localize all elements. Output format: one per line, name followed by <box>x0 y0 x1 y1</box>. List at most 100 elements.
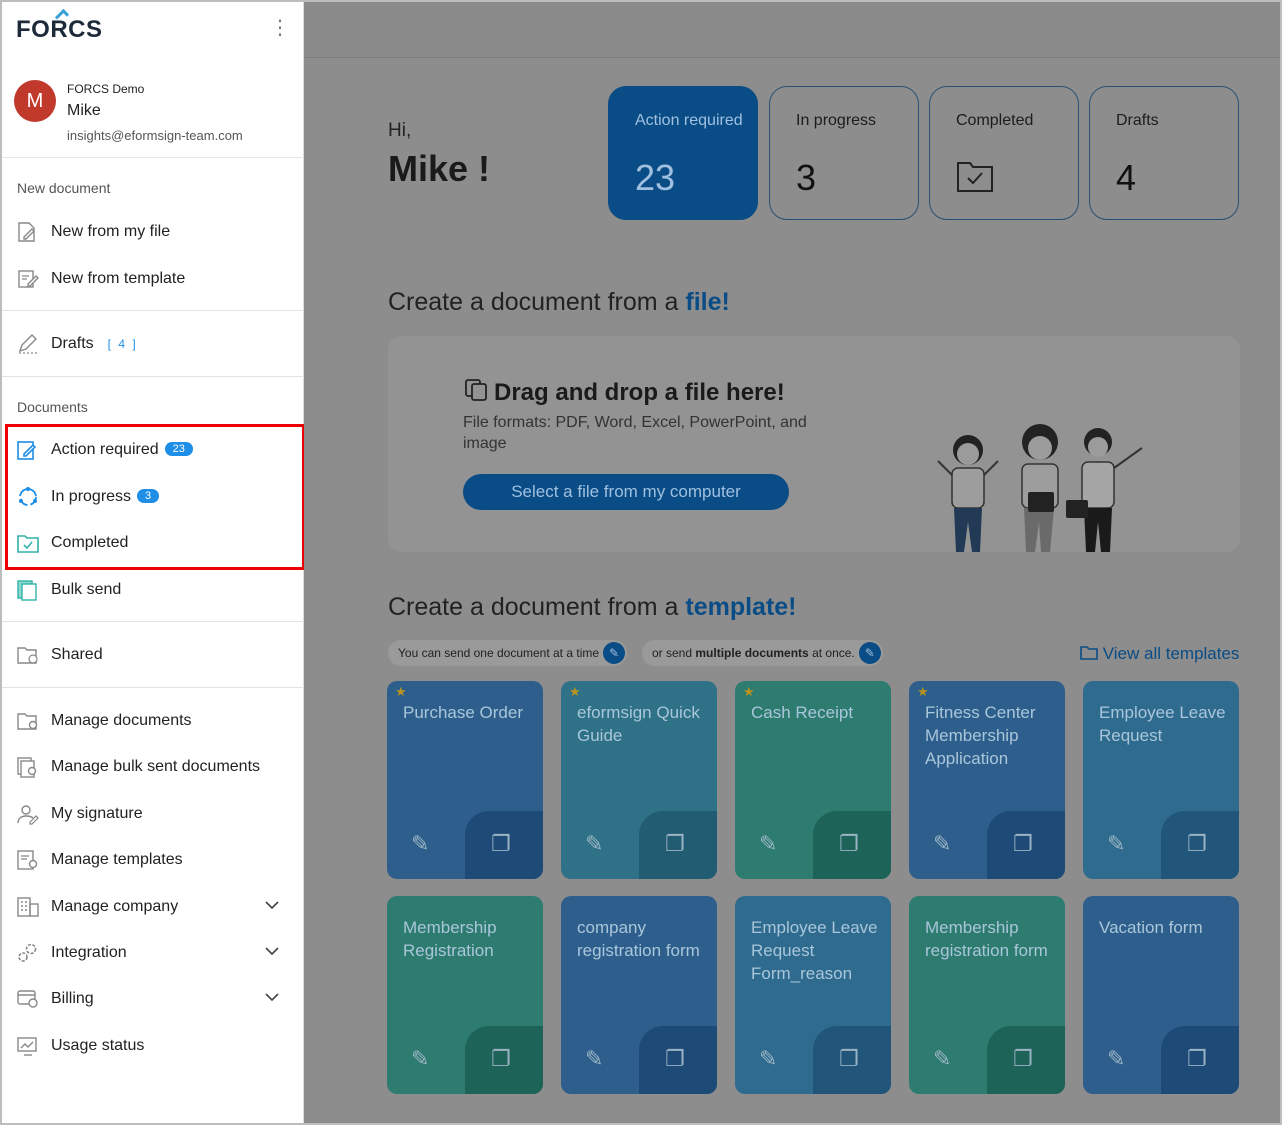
bulk-edit-icon[interactable]: ❐ <box>839 831 859 857</box>
building-icon <box>16 896 40 918</box>
nav-completed[interactable]: Completed <box>2 523 302 563</box>
nav-manage-bulk-sent[interactable]: Manage bulk sent documents <box>2 747 302 787</box>
edit-icon[interactable]: ✎ <box>1107 1046 1125 1072</box>
top-bar <box>304 2 1280 58</box>
template-edit-icon <box>16 268 40 290</box>
nav-usage-status[interactable]: Usage status <box>2 1026 302 1066</box>
template-card[interactable]: ★ Cash Receipt ✎ ❐ <box>735 681 891 879</box>
template-card[interactable]: Membership Registration ✎ ❐ <box>387 896 543 1094</box>
stat-card-action-required[interactable]: Action required 23 <box>608 86 758 220</box>
bulk-edit-icon[interactable]: ❐ <box>491 831 511 857</box>
stat-value: 23 <box>635 157 676 198</box>
template-card[interactable]: Membership registration form ✎ ❐ <box>909 896 1065 1094</box>
chevron-down-icon[interactable] <box>264 898 280 915</box>
template-title: Employee Leave Request Form_reason <box>751 918 878 983</box>
edit-icon[interactable]: ✎ <box>585 831 603 857</box>
divider <box>2 376 304 377</box>
bulk-edit-icon[interactable]: ❐ <box>665 831 685 857</box>
edit-icon[interactable]: ✎ <box>759 1046 777 1072</box>
template-card[interactable]: Employee Leave Request Form_reason ✎ ❐ <box>735 896 891 1094</box>
avatar[interactable]: M <box>14 80 56 122</box>
edit-icon[interactable]: ✎ <box>411 1046 429 1072</box>
template-card[interactable]: ★ Purchase Order ✎ ❐ <box>387 681 543 879</box>
app-window: FORCS ⋮ M FORCS Demo Mike insights@eform… <box>0 0 1282 1125</box>
pencil-icon <box>16 333 40 355</box>
divider <box>2 687 304 688</box>
nav-label: Shared <box>51 646 103 663</box>
drop-title: Drag and drop a file here! <box>464 378 785 409</box>
bulk-edit-icon[interactable]: ❐ <box>1187 1046 1207 1072</box>
view-all-templates-link[interactable]: View all templates <box>1080 644 1239 666</box>
progress-cycle-icon <box>16 486 40 508</box>
nav-bulk-send[interactable]: Bulk send <box>2 570 302 610</box>
bulk-edit-icon[interactable]: ❐ <box>1013 1046 1033 1072</box>
template-title: Purchase Order <box>403 703 523 722</box>
nav-manage-documents[interactable]: Manage documents <box>2 701 302 741</box>
edit-icon[interactable]: ✎ <box>933 831 951 857</box>
nav-label: Completed <box>51 534 129 551</box>
nav-label: Manage templates <box>51 851 183 868</box>
nav-new-from-template[interactable]: New from template <box>2 259 302 299</box>
edit-icon[interactable]: ✎ <box>585 1046 603 1072</box>
nav-manage-company[interactable]: Manage company <box>2 887 302 927</box>
template-card[interactable]: ★ eformsign Quick Guide ✎ ❐ <box>561 681 717 879</box>
nav-label: Manage documents <box>51 712 192 729</box>
nav-drafts[interactable]: Drafts[ 4 ] <box>2 324 302 364</box>
edit-icon[interactable]: ✎ <box>1107 831 1125 857</box>
template-title: Employee Leave Request <box>1099 703 1226 745</box>
nav-shared[interactable]: Shared <box>2 635 302 675</box>
bulk-edit-icon[interactable]: ❐ <box>1187 831 1207 857</box>
manage-bulk-icon <box>16 756 40 778</box>
billing-card-icon <box>16 988 40 1010</box>
star-icon[interactable]: ★ <box>917 684 929 700</box>
forcs-logo[interactable]: FORCS <box>16 8 103 44</box>
template-card[interactable]: company registration form ✎ ❐ <box>561 896 717 1094</box>
star-icon[interactable]: ★ <box>743 684 755 700</box>
edit-icon[interactable]: ✎ <box>933 1046 951 1072</box>
nav-label: New from my file <box>51 223 171 240</box>
star-icon[interactable]: ★ <box>395 684 407 700</box>
bulk-send-icon <box>16 579 40 601</box>
user-signature-icon <box>16 803 40 825</box>
template-card[interactable]: Employee Leave Request ✎ ❐ <box>1083 681 1239 879</box>
nav-label: Action required 23 <box>51 441 193 459</box>
nav-label: My signature <box>51 805 143 822</box>
bulk-edit-icon[interactable]: ❐ <box>665 1046 685 1072</box>
file-drop-zone[interactable]: Drag and drop a file here! File formats:… <box>388 336 1240 552</box>
bulk-edit-icon[interactable]: ❐ <box>839 1046 859 1072</box>
nav-action-required[interactable]: Action required 23 <box>2 430 302 470</box>
stat-card-drafts[interactable]: Drafts 4 <box>1089 86 1239 220</box>
drop-subtitle: File formats: PDF, Word, Excel, PowerPoi… <box>463 414 807 452</box>
stat-card-completed[interactable]: Completed <box>929 86 1079 220</box>
star-icon[interactable]: ★ <box>569 684 581 700</box>
nav-integration[interactable]: Integration <box>2 933 302 973</box>
new-document-section-title: New document <box>17 180 111 196</box>
nav-my-signature[interactable]: My signature <box>2 794 302 834</box>
template-title: Vacation form <box>1099 918 1203 937</box>
template-card[interactable]: ★ Fitness Center Membership Application … <box>909 681 1065 879</box>
usage-chart-icon <box>16 1035 40 1057</box>
folder-icon <box>1080 645 1098 666</box>
nav-label: Billing <box>51 990 94 1007</box>
chevron-down-icon[interactable] <box>264 990 280 1007</box>
chevron-down-icon[interactable] <box>264 944 280 961</box>
bulk-edit-icon[interactable]: ❐ <box>1013 831 1033 857</box>
multi-edit-icon: ✎ <box>858 642 881 664</box>
edit-icon[interactable]: ✎ <box>411 831 429 857</box>
nav-manage-templates[interactable]: Manage templates <box>2 840 302 880</box>
more-options-icon[interactable]: ⋮ <box>270 18 290 40</box>
stat-label: In progress <box>796 112 877 129</box>
template-card[interactable]: Vacation form ✎ ❐ <box>1083 896 1239 1094</box>
nav-label: Drafts[ 4 ] <box>51 335 138 352</box>
completed-folder-icon <box>956 159 994 198</box>
stat-card-in-progress[interactable]: In progress 3 <box>769 86 919 220</box>
template-title: company registration form <box>577 918 700 960</box>
nav-billing[interactable]: Billing <box>2 979 302 1019</box>
select-file-button[interactable]: Select a file from my computer <box>463 474 789 510</box>
bulk-edit-icon[interactable]: ❐ <box>491 1046 511 1072</box>
divider <box>2 310 304 311</box>
nav-in-progress[interactable]: In progress 3 <box>2 477 302 517</box>
edit-icon[interactable]: ✎ <box>759 831 777 857</box>
nav-new-from-my-file[interactable]: New from my file <box>2 212 302 252</box>
nav-label: New from template <box>51 270 186 287</box>
